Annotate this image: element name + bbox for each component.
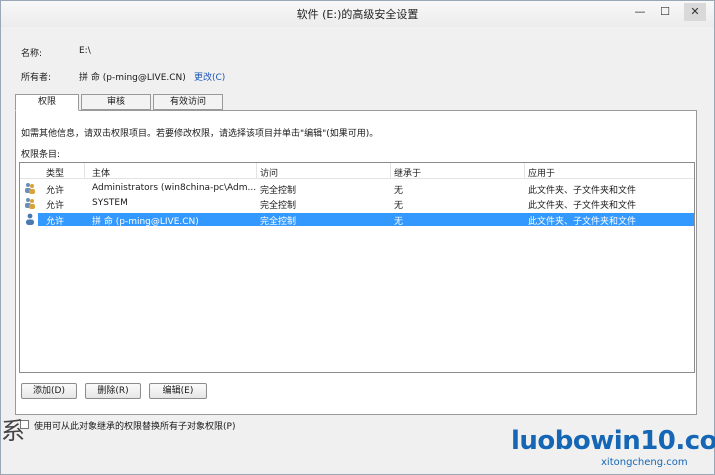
tab-auditing[interactable]: 审核 [81,94,151,110]
user-icon [26,213,34,225]
name-value: E:\ [79,46,91,56]
permission-entries-list[interactable]: 类型 主体 访问 继承于 应用于 允许 Administrators (win8… [19,162,695,373]
watermark-subtext: xitongcheng.com [601,457,688,468]
user-group-icon [25,198,35,209]
row-access: 完全控制 [260,186,297,196]
column-type[interactable]: 类型 [46,166,64,179]
table-row[interactable]: 允许 SYSTEM 完全控制 无 此文件夹、子文件夹和文件 [20,197,694,211]
security-settings-window: 软件 (E:)的高级安全设置 — ☐ ✕ 名称: E:\ 所有者: 拼 命 (p… [0,0,715,475]
edit-button[interactable]: 编辑(E) [149,383,207,399]
tab-permissions[interactable]: 权限 [15,94,79,111]
row-type: 允许 [46,186,65,196]
table-row-selected[interactable]: 允许 拼 命 (p-ming@LIVE.CN) 完全控制 无 此文件夹、子文件夹… [38,213,694,227]
row-principal: Administrators (win8china-pc\Adm... [92,183,257,193]
row-applies: 此文件夹、子文件夹和文件 [528,201,637,211]
entries-label: 权限条目: [21,150,61,160]
info-text: 如需其他信息，请双击权限项目。若要修改权限，请选择该项目并单击"编辑"(如果可用… [21,129,379,139]
tab-effective-access[interactable]: 有效访问 [153,94,223,110]
watermark-corner-glyph: 系 [1,417,25,445]
watermark-logo: luobowin10.com [511,426,715,456]
row-type: 允许 [46,217,65,227]
row-applies: 此文件夹、子文件夹和文件 [528,186,637,196]
change-owner-link[interactable]: 更改(C) [194,70,225,83]
column-access[interactable]: 访问 [260,166,278,179]
row-principal: SYSTEM [92,198,128,208]
list-header: 类型 主体 访问 继承于 应用于 [20,163,694,179]
column-applies-to[interactable]: 应用于 [528,166,555,179]
close-button[interactable]: ✕ [684,3,706,21]
row-principal: 拼 命 (p-ming@LIVE.CN) [92,217,199,227]
remove-button[interactable]: 删除(R) [85,383,141,399]
row-access: 完全控制 [260,217,297,227]
row-inherited: 无 [394,201,404,211]
minimize-button[interactable]: — [629,3,651,21]
row-inherited: 无 [394,186,404,196]
name-label: 名称: [21,49,43,59]
owner-label: 所有者: [21,73,52,83]
column-principal[interactable]: 主体 [92,166,110,179]
row-type: 允许 [46,201,65,211]
window-title: 软件 (E:)的高级安全设置 [296,8,419,21]
maximize-button[interactable]: ☐ [654,3,676,21]
row-applies: 此文件夹、子文件夹和文件 [528,217,637,227]
user-group-icon [25,183,35,194]
row-inherited: 无 [394,217,404,227]
owner-value: 拼 命 (p-ming@LIVE.CN) [79,73,186,83]
column-inherited-from[interactable]: 继承于 [394,166,421,179]
add-button[interactable]: 添加(D) [21,383,77,399]
table-row[interactable]: 允许 Administrators (win8china-pc\Adm... 完… [20,182,694,196]
row-access: 完全控制 [260,201,297,211]
title-bar[interactable]: 软件 (E:)的高级安全设置 — ☐ ✕ [1,1,714,27]
replace-child-permissions-label[interactable]: 使用可从此对象继承的权限替换所有子对象权限(P) [34,419,235,432]
